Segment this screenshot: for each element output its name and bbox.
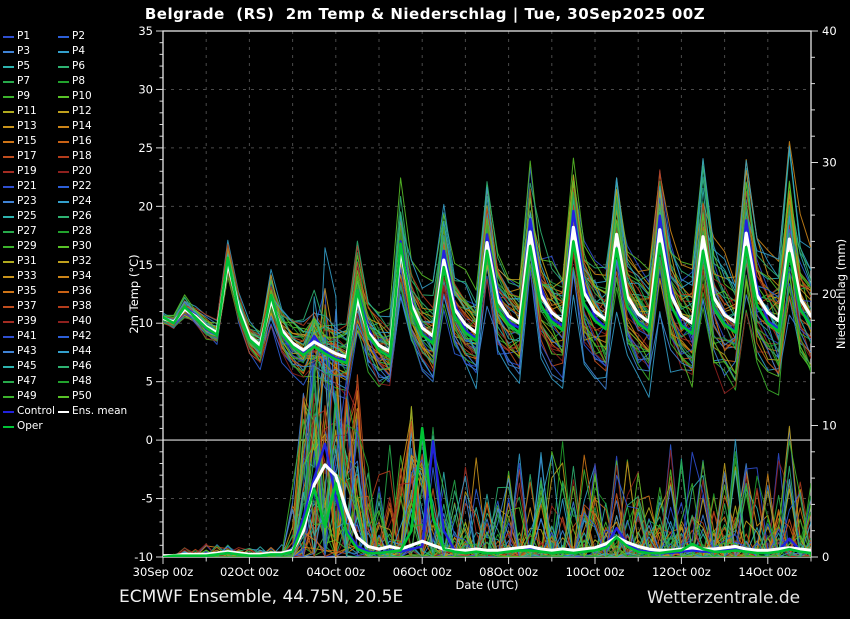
svg-text:40: 40 <box>822 24 837 38</box>
y-axis-label-precip: Niederschlag (mm) <box>834 239 848 349</box>
branding-text: Wetterzentrale.de <box>647 588 800 608</box>
svg-text:35: 35 <box>138 24 153 38</box>
svg-text:25: 25 <box>138 141 153 155</box>
svg-text:-5: -5 <box>142 492 153 506</box>
model-location-caption: ECMWF Ensemble, 44.75N, 20.5E <box>119 587 403 607</box>
svg-text:02Oct 00z: 02Oct 00z <box>220 565 279 579</box>
ensemble-forecast-page: Belgrade (RS) 2m Temp & Niederschlag | T… <box>0 0 850 619</box>
member-precip-line <box>163 349 811 557</box>
svg-text:30: 30 <box>138 82 153 96</box>
svg-text:0: 0 <box>822 550 829 564</box>
member-precip-line <box>163 288 811 557</box>
svg-text:10: 10 <box>822 419 837 433</box>
svg-text:30Sep 00z: 30Sep 00z <box>133 565 194 579</box>
svg-text:04Oct 00z: 04Oct 00z <box>306 565 365 579</box>
svg-text:08Oct 00z: 08Oct 00z <box>479 565 538 579</box>
x-axis-label: Date (UTC) <box>456 578 519 592</box>
member-precip-line <box>163 360 811 558</box>
y-axis-label-temp: 2m Temp (°C) <box>127 254 141 333</box>
svg-text:30: 30 <box>822 156 837 170</box>
svg-text:5: 5 <box>146 375 153 389</box>
svg-text:06Oct 00z: 06Oct 00z <box>393 565 452 579</box>
svg-text:0: 0 <box>146 433 153 447</box>
svg-text:12Oct 00z: 12Oct 00z <box>652 565 711 579</box>
member-precip-line <box>163 365 811 558</box>
svg-text:14Oct 00z: 14Oct 00z <box>738 565 797 579</box>
member-precip-line <box>163 289 811 557</box>
svg-text:20: 20 <box>138 199 153 213</box>
svg-text:10Oct 00z: 10Oct 00z <box>566 565 625 579</box>
svg-text:-10: -10 <box>134 550 153 564</box>
